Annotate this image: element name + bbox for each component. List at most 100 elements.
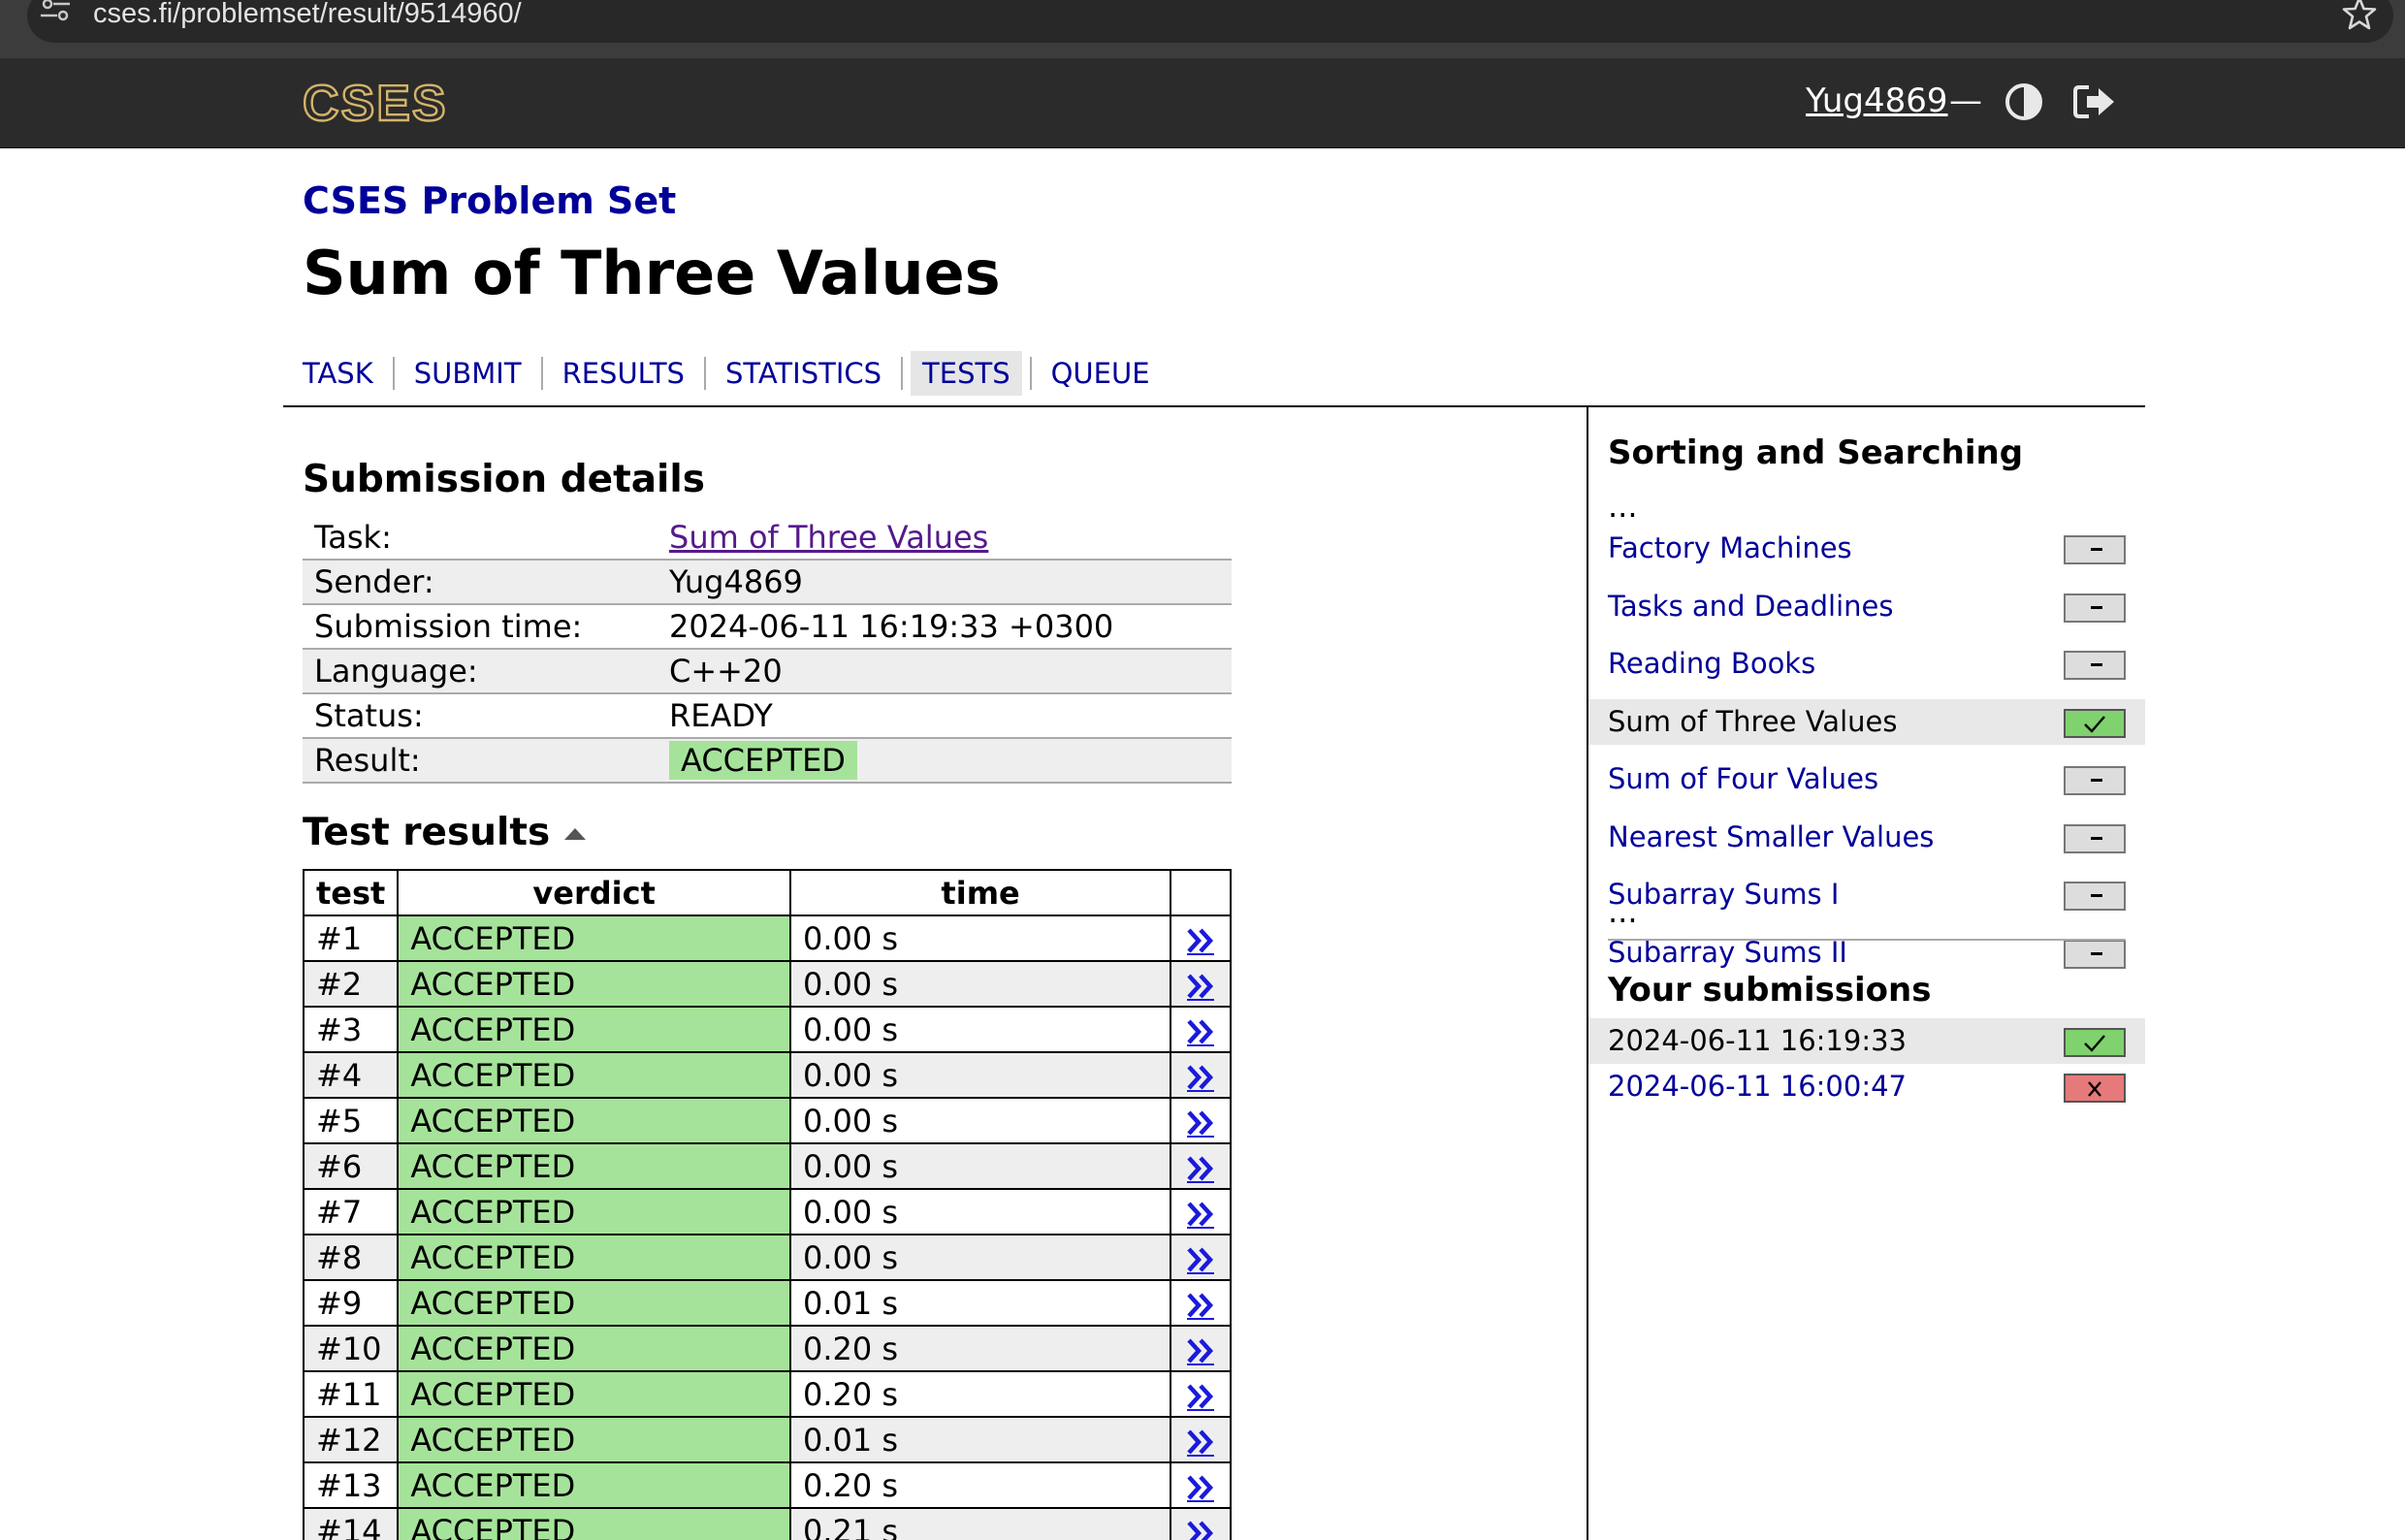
submission-time[interactable]: 2024-06-11 16:00:47 (1608, 1064, 1907, 1109)
detail-row-sender: Sender: Yug4869 (303, 560, 1232, 605)
sidebar-task-item[interactable]: Factory Machines (1588, 526, 2145, 571)
test-number: #9 (302, 1279, 400, 1327)
tab-task[interactable]: TASK (291, 351, 385, 396)
test-number: #13 (302, 1461, 400, 1509)
tab-tests[interactable]: TESTS (911, 351, 1022, 396)
cses-logo[interactable]: CSES (301, 80, 479, 128)
view-test-chevrons-icon[interactable] (1184, 1336, 1217, 1365)
detail-value: ACCEPTED (657, 738, 1232, 784)
view-test-chevrons-icon[interactable] (1184, 1519, 1217, 1540)
view-test-chevrons-icon[interactable] (1184, 1017, 1217, 1046)
view-test-chevrons-icon[interactable] (1184, 1473, 1217, 1502)
task-unsolved-icon (2064, 651, 2126, 680)
view-test-cell (1170, 1097, 1232, 1144)
sidebar-task-label[interactable]: Factory Machines (1608, 526, 1852, 571)
submission-item[interactable]: 2024-06-11 16:00:47 (1588, 1064, 2145, 1109)
tab-statistics[interactable]: STATISTICS (714, 351, 893, 396)
nav-divider (703, 357, 706, 390)
sidebar-task-label[interactable]: Nearest Smaller Values (1608, 815, 1934, 860)
detail-key: Sender: (303, 560, 657, 605)
tab-queue[interactable]: QUEUE (1040, 351, 1162, 396)
view-test-cell (1170, 1507, 1232, 1540)
table-row: #9 ACCEPTED 0.01 s (302, 1279, 1232, 1327)
detail-value: READY (657, 693, 1232, 739)
sidebar-ellipsis-bottom: ... (1608, 893, 1638, 930)
test-number: #14 (302, 1507, 400, 1540)
submissions-title: Your submissions (1608, 971, 1932, 1010)
view-test-chevrons-icon[interactable] (1184, 1108, 1217, 1138)
test-time: 0.00 s (788, 1188, 1172, 1235)
view-test-chevrons-icon[interactable] (1184, 1382, 1217, 1411)
sidebar-task-item[interactable]: Nearest Smaller Values (1588, 815, 2145, 860)
view-test-chevrons-icon[interactable] (1184, 926, 1217, 955)
tab-submit[interactable]: SUBMIT (402, 351, 533, 396)
dark-mode-toggle-icon[interactable] (2004, 81, 2044, 122)
submission-time: 2024-06-11 16:19:33 (1608, 1024, 1907, 1057)
view-test-chevrons-icon[interactable] (1184, 1154, 1217, 1183)
view-test-chevrons-icon[interactable] (1184, 1200, 1217, 1229)
url-text[interactable]: cses.fi/problemset/result/9514960/ (93, 0, 522, 33)
detail-row-task: Task: Sum of Three Values (303, 516, 1232, 561)
view-test-chevrons-icon[interactable] (1184, 972, 1217, 1001)
bookmark-star-icon[interactable] (2340, 0, 2379, 33)
test-number: #12 (302, 1416, 400, 1463)
username-link[interactable]: Yug4869 (1806, 78, 1948, 124)
logout-icon[interactable] (2071, 81, 2118, 122)
view-test-chevrons-icon[interactable] (1184, 1291, 1217, 1320)
sidebar-task-label[interactable]: Reading Books (1608, 641, 1815, 687)
view-test-cell (1170, 1188, 1232, 1235)
task-unsolved-icon (2064, 823, 2126, 853)
sidebar-task-item[interactable]: Subarray Sums I (1588, 872, 2145, 917)
collapse-arrow-icon[interactable] (562, 826, 588, 842)
test-verdict: ACCEPTED (397, 1370, 791, 1418)
accepted-check-icon (2064, 1028, 2126, 1057)
test-verdict: ACCEPTED (397, 960, 791, 1008)
table-row: #13 ACCEPTED 0.20 s (302, 1461, 1232, 1509)
test-number: #11 (302, 1370, 400, 1418)
view-test-chevrons-icon[interactable] (1184, 1428, 1217, 1457)
test-results-heading[interactable]: Test results (303, 807, 550, 859)
test-verdict: ACCEPTED (397, 914, 791, 962)
test-results-header: test verdict time (302, 869, 1232, 916)
table-row: #5 ACCEPTED 0.00 s (302, 1097, 1232, 1144)
test-verdict: ACCEPTED (397, 1142, 791, 1190)
test-time: 0.00 s (788, 1142, 1172, 1190)
test-verdict: ACCEPTED (397, 1279, 791, 1327)
tab-results[interactable]: RESULTS (551, 351, 696, 396)
task-unsolved-icon (2064, 593, 2126, 623)
sidebar-task-label[interactable]: Sum of Four Values (1608, 756, 1878, 802)
detail-value: Sum of Three Values (657, 516, 1232, 561)
test-results-body: #1 ACCEPTED 0.00 s #2 ACCEPTED 0.00 s #3 ACCEPT… (302, 914, 1232, 1540)
task-link[interactable]: Sum of Three Values (669, 519, 988, 556)
test-time: 0.20 s (788, 1370, 1172, 1418)
sidebar-task-item: Sum of Three Values (1588, 698, 2145, 745)
test-number: #6 (302, 1142, 400, 1190)
sidebar-task-item[interactable]: Reading Books (1588, 641, 2145, 687)
sidebar-task-label[interactable]: Subarray Sums I (1608, 872, 1839, 917)
view-test-cell (1170, 1234, 1232, 1281)
detail-row-status: Status: READY (303, 693, 1232, 739)
test-verdict: ACCEPTED (397, 1097, 791, 1144)
sidebar-task-label[interactable]: Tasks and Deadlines (1608, 584, 1894, 629)
result-badge: ACCEPTED (669, 741, 857, 780)
test-verdict: ACCEPTED (397, 1507, 791, 1540)
task-unsolved-icon (2064, 939, 2126, 969)
breadcrumb[interactable]: CSES Problem Set (303, 175, 676, 227)
view-test-cell (1170, 1006, 1232, 1053)
test-time: 0.00 s (788, 1051, 1172, 1099)
view-test-chevrons-icon[interactable] (1184, 1063, 1217, 1092)
sidebar-task-item[interactable]: Sum of Four Values (1588, 756, 2145, 802)
view-test-cell (1170, 914, 1232, 962)
table-row: #10 ACCEPTED 0.20 s (302, 1325, 1232, 1372)
sidebar-task-item[interactable]: Tasks and Deadlines (1588, 584, 2145, 629)
task-solved-icon (2064, 708, 2126, 738)
table-row: #4 ACCEPTED 0.00 s (302, 1051, 1232, 1099)
browser-toolbar: cses.fi/problemset/result/9514960/ (0, 0, 2405, 58)
test-time: 0.00 s (788, 1006, 1172, 1053)
site-settings-icon[interactable] (39, 0, 72, 29)
view-test-chevrons-icon[interactable] (1184, 1245, 1217, 1274)
submission-details-heading: Submission details (303, 458, 705, 501)
test-verdict: ACCEPTED (397, 1051, 791, 1099)
test-time: 0.01 s (788, 1416, 1172, 1463)
test-number: #4 (302, 1051, 400, 1099)
